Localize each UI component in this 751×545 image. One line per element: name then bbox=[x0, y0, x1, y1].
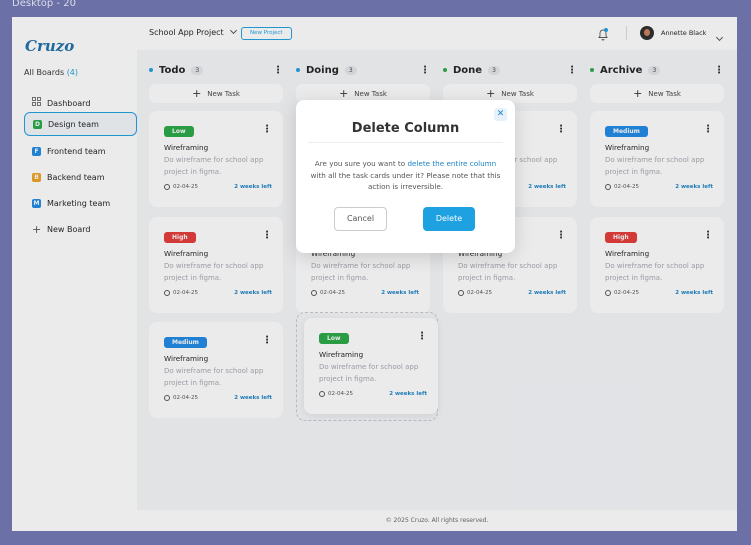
delete-button[interactable]: Delete bbox=[423, 207, 475, 231]
dialog-message-part2: with all the task cards under it? Please… bbox=[310, 170, 501, 192]
app-window: Cruzo All Boards (4) Dashboard D Design … bbox=[12, 17, 737, 531]
close-icon[interactable]: ✕ bbox=[494, 108, 507, 121]
dialog-message-highlight: delete the entire column bbox=[407, 159, 497, 168]
delete-column-dialog: ✕ Delete Column Are you sure you want to… bbox=[296, 100, 515, 253]
divider bbox=[308, 142, 503, 143]
modal-overlay[interactable] bbox=[12, 17, 737, 531]
dialog-message: Are you sure you want to delete the enti… bbox=[308, 158, 503, 193]
frame-label: Desktop - 20 bbox=[12, 0, 76, 9]
dialog-message-part1: Are you sure you want to bbox=[314, 159, 408, 168]
dialog-title: Delete Column bbox=[351, 121, 460, 136]
cancel-button[interactable]: Cancel bbox=[334, 207, 387, 231]
